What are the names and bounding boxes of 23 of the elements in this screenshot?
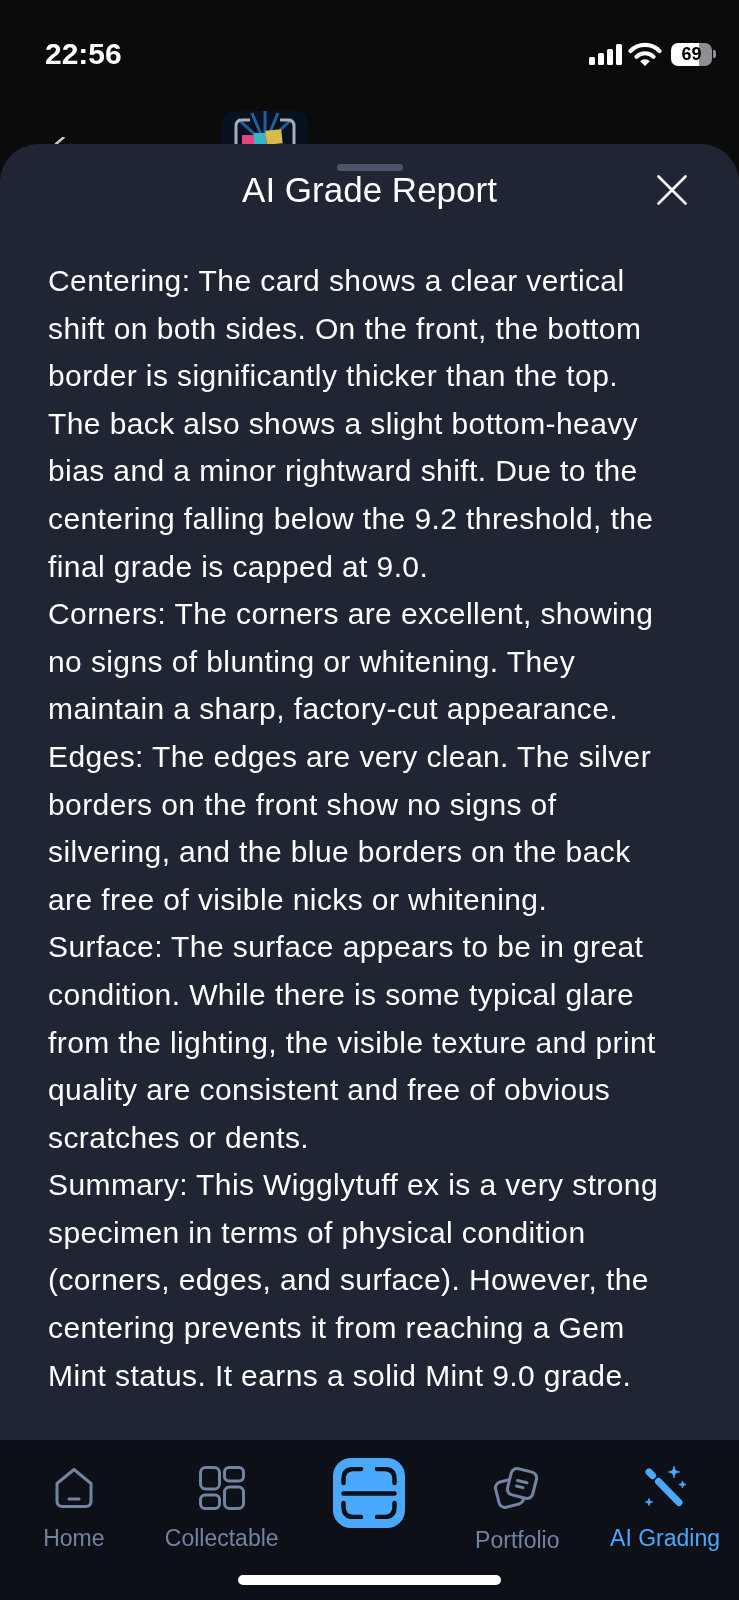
tab-item[interactable]: Home: [43, 1458, 105, 1552]
grid-icon: [198, 1466, 245, 1510]
tab-item[interactable]: Portfolio: [475, 1458, 560, 1554]
report-paragraph: Edges: The edges are very clean. The silver borders on the front show no signs of silvering, and the blue borders on the back are free of visible nicks or whitening.: [48, 738, 653, 918]
tab-item[interactable]: Collectable: [164, 1458, 279, 1552]
sheet-title: AI Grade Report: [242, 170, 497, 210]
report-paragraph: Corners: The corners are excellent, showing no signs of blunting or whitening. They maintain a sharp, factory-cut appearance.: [48, 596, 655, 728]
cards-icon: [494, 1466, 541, 1512]
scan-button[interactable]: [333, 1458, 406, 1528]
close-icon: [657, 175, 687, 205]
back-chevron-icon: [53, 137, 65, 144]
report-paragraph: Summary: This Wigglytuff ex is a very strong specimen in terms of physical condition (corners, edges, and surface). However, the centering prevents it from reaching a Gem Mint status. It earns a solid Mint 9.0 grade.: [48, 1167, 659, 1394]
drag-handle[interactable]: [336, 164, 403, 171]
battery-percentage: 69: [681, 44, 702, 64]
status-time: 22:56: [45, 36, 122, 72]
signal-icon: [589, 43, 622, 65]
scan-icon: [341, 1467, 398, 1519]
wifi-icon: [628, 42, 662, 66]
report-paragraph: Centering: The card shows a clear vertical shift on both sides. On the front, the bottom border is significantly thicker than the top. The back also shows a slight bottom-heavy bias and a minor rightward shift. Due to the centering falling below the 9.2 threshold, the final grade is capped at 9.0.: [48, 263, 655, 585]
report-paragraph: Surface: The surface appears to be in great condition. While there is some typical glare from the lighting, the visible texture and print quality are consistent and free of obvious scratches or dents.: [48, 929, 657, 1156]
close-button[interactable]: [657, 175, 687, 205]
app-logo-icon: [222, 111, 308, 144]
tab-item[interactable]: AI Grading: [610, 1458, 721, 1552]
